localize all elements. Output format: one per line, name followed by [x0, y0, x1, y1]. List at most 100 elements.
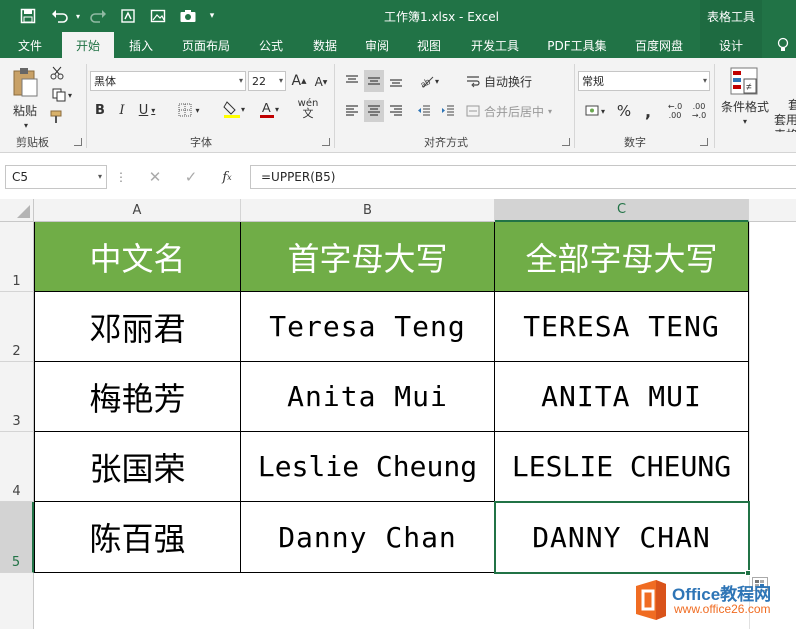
worksheet-grid[interactable]: A B C 1 2 3 4 5 中文名 首字母大写 全部字母大写 邓丽君 Ter… — [0, 199, 796, 629]
tab-view[interactable]: 视图 — [406, 32, 452, 58]
bold-icon[interactable]: B — [92, 100, 108, 120]
print-preview-icon[interactable] — [116, 4, 140, 28]
tab-pdf-tools[interactable]: PDF工具集 — [540, 32, 614, 58]
insert-function-icon[interactable]: fx — [214, 165, 240, 189]
increase-font-size-icon[interactable]: A ▲ — [290, 71, 308, 91]
align-center-icon[interactable] — [364, 100, 384, 122]
tab-insert[interactable]: 插入 — [118, 32, 164, 58]
column-header-a[interactable]: A — [34, 199, 241, 222]
tab-data[interactable]: 数据 — [302, 32, 348, 58]
insert-image-icon[interactable] — [146, 4, 170, 28]
gridline — [749, 222, 750, 629]
percent-style-icon[interactable]: % — [614, 100, 634, 122]
font-color-icon[interactable]: A ▾ — [254, 98, 284, 120]
group-divider — [714, 64, 715, 148]
format-as-table-button[interactable]: 套套用表格 — [774, 98, 796, 132]
align-left-icon[interactable] — [342, 100, 362, 122]
table-cell[interactable]: Teresa Teng — [241, 292, 495, 362]
undo-icon[interactable] — [48, 4, 72, 28]
font-launcher-icon[interactable] — [322, 138, 330, 146]
table-header-cell[interactable]: 全部字母大写 — [495, 222, 749, 292]
borders-icon[interactable]: ▾ — [170, 100, 208, 120]
table-cell[interactable]: 张国荣 — [35, 432, 241, 502]
number-format-combo[interactable]: 常规 ▾ — [578, 71, 710, 91]
increase-indent-icon[interactable] — [438, 100, 458, 122]
align-right-icon[interactable] — [386, 100, 406, 122]
redo-icon[interactable] — [86, 4, 110, 28]
tab-design[interactable]: 设计 — [700, 32, 762, 58]
paste-dropdown-icon[interactable]: ▾ — [16, 120, 36, 130]
cancel-icon[interactable]: ✕ — [142, 165, 168, 189]
font-name-combo[interactable]: 黑体 ▾ — [90, 71, 246, 91]
orientation-icon[interactable]: ab ▾ — [414, 70, 444, 92]
merge-center-button[interactable]: 合并后居中 ▾ — [466, 100, 564, 122]
table-cell[interactable]: 陈百强 — [35, 502, 241, 573]
table-cell[interactable]: 梅艳芳 — [35, 362, 241, 432]
tab-home[interactable]: 开始 — [62, 32, 114, 58]
decrease-indent-icon[interactable] — [414, 100, 434, 122]
table-cell[interactable]: 邓丽君 — [35, 292, 241, 362]
format-painter-icon[interactable] — [48, 108, 66, 126]
increase-decimal-icon[interactable]: ←.0.00 — [664, 100, 686, 122]
watermark-url: www.office26.com — [674, 602, 771, 616]
tell-me-bulb-icon[interactable] — [770, 32, 796, 58]
conditional-format-button[interactable]: 条件格式 — [718, 98, 772, 114]
clipboard-launcher-icon[interactable] — [74, 138, 82, 146]
table-cell[interactable]: Danny Chan — [241, 502, 495, 573]
phonetic-guide-icon[interactable]: wén 文 — [294, 98, 322, 120]
name-box[interactable]: C5 ▾ — [5, 165, 107, 189]
tab-developer[interactable]: 开发工具 — [460, 32, 530, 58]
table-cell[interactable]: Anita Mui — [241, 362, 495, 432]
camera-icon[interactable] — [176, 4, 200, 28]
customize-qat-icon[interactable]: ▾ — [204, 4, 220, 28]
underline-icon[interactable]: U ▾ — [134, 100, 160, 120]
tab-baidu-netdisk[interactable]: 百度网盘 — [624, 32, 694, 58]
table-header-cell[interactable]: 中文名 — [35, 222, 241, 292]
more-options-icon[interactable]: ⋮ — [114, 169, 128, 185]
align-bottom-icon[interactable] — [386, 70, 406, 92]
table-header-cell[interactable]: 首字母大写 — [241, 222, 495, 292]
row-header-5[interactable]: 5 — [0, 502, 34, 573]
select-all-corner[interactable] — [0, 199, 34, 222]
table-cell[interactable]: Leslie Cheung — [241, 432, 495, 502]
number-launcher-icon[interactable] — [700, 138, 708, 146]
row-header-1[interactable]: 1 — [0, 222, 34, 292]
accounting-format-icon[interactable]: ▾ — [580, 100, 610, 122]
row-header-3[interactable]: 3 — [0, 362, 34, 432]
tab-file[interactable]: 文件 — [8, 32, 52, 58]
data-table: 中文名 首字母大写 全部字母大写 邓丽君 Teresa Teng TERESA … — [34, 222, 749, 573]
wrap-text-button[interactable]: 自动换行 — [466, 70, 540, 92]
fill-color-icon[interactable]: ▾ — [218, 98, 250, 120]
table-cell[interactable]: ANITA MUI — [495, 362, 749, 432]
table-cell[interactable]: TERESA TENG — [495, 292, 749, 362]
tab-formulas[interactable]: 公式 — [248, 32, 294, 58]
row-header-6[interactable] — [0, 573, 34, 629]
cut-icon[interactable] — [48, 64, 66, 82]
column-header-b[interactable]: B — [241, 199, 495, 222]
copy-icon[interactable]: ▾ — [48, 86, 76, 104]
font-size-combo[interactable]: 22 ▾ — [248, 71, 286, 91]
enter-check-icon[interactable]: ✓ — [178, 165, 204, 189]
align-top-icon[interactable] — [342, 70, 362, 92]
column-header-c[interactable]: C — [495, 199, 749, 222]
tab-page-layout[interactable]: 页面布局 — [172, 32, 240, 58]
row-header-2[interactable]: 2 — [0, 292, 34, 362]
conditional-format-icon[interactable]: ≠ — [726, 64, 762, 98]
decrease-font-size-icon[interactable]: A ▼ — [312, 73, 330, 91]
undo-dropdown-icon[interactable]: ▾ — [72, 4, 84, 28]
decrease-decimal-icon[interactable]: .00 →.0 — [688, 100, 710, 122]
table-cell[interactable]: DANNY CHAN — [495, 502, 749, 573]
formula-input[interactable]: =UPPER(B5) — [250, 165, 796, 189]
tab-review[interactable]: 审阅 — [356, 32, 398, 58]
conditional-format-dropdown-icon[interactable]: ▾ — [738, 116, 752, 126]
save-icon[interactable] — [16, 4, 40, 28]
table-cell[interactable]: LESLIE CHEUNG — [495, 432, 749, 502]
align-middle-icon[interactable] — [364, 70, 384, 92]
column-header-d[interactable] — [749, 199, 796, 222]
paste-button[interactable]: 粘贴 — [6, 102, 44, 118]
comma-style-icon[interactable]: , — [638, 100, 658, 122]
italic-icon[interactable]: I — [114, 100, 130, 120]
paste-icon[interactable] — [8, 64, 42, 100]
alignment-launcher-icon[interactable] — [562, 138, 570, 146]
row-header-4[interactable]: 4 — [0, 432, 34, 502]
